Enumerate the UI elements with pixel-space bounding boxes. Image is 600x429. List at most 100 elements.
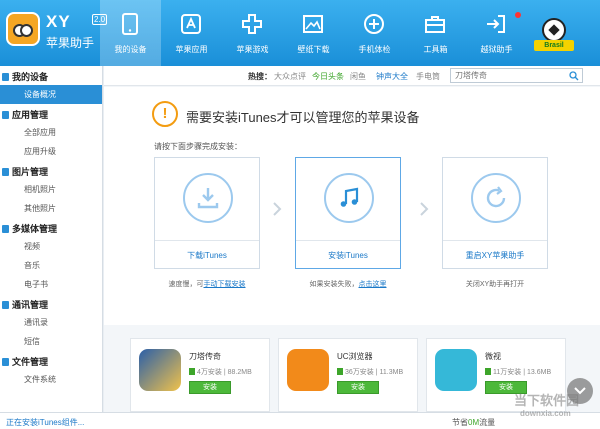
- divider: [296, 240, 400, 241]
- tab-label: 我的设备: [114, 45, 147, 54]
- sidebar-item-videos[interactable]: 视频: [0, 237, 102, 256]
- saved-prefix: 节省: [452, 418, 468, 427]
- tab-jailbreak[interactable]: 越狱助手: [466, 0, 527, 66]
- steps-title: 请按下面步骤完成安装：: [154, 142, 242, 151]
- download-count-icon: [485, 368, 491, 375]
- click-here-link[interactable]: 点击这里: [359, 281, 387, 288]
- sidebar-group-file-management[interactable]: 文件管理: [0, 355, 102, 370]
- refresh-icon: [471, 173, 521, 223]
- install-button[interactable]: 安装: [337, 381, 379, 394]
- watermark-title: 当下软件园: [514, 393, 580, 408]
- plus-circle-icon: [364, 14, 384, 34]
- hot-search-link[interactable]: 今日头条: [312, 71, 344, 82]
- search-box: [450, 68, 583, 83]
- watermark-url: downxia.com: [520, 409, 571, 418]
- itunes-install-panel: ! 需要安装iTunes才可以管理您的苹果设备 请按下面步骤完成安装： 下载iT…: [104, 87, 600, 325]
- soccer-ball-icon: [542, 18, 566, 42]
- sidebar: 我的设备 设备概况 应用管理 全部应用 应用升级 图片管理 相机照片 其他照片 …: [0, 66, 103, 412]
- sidebar-item-ebooks[interactable]: 电子书: [0, 275, 102, 294]
- app-card[interactable]: UC浏览器 36万安装 | 11.3MB 安装: [278, 338, 418, 412]
- note-text: 关闭XY助手再打开: [465, 281, 525, 288]
- music-note-icon: [324, 173, 374, 223]
- manual-download-link[interactable]: 手动下载安装: [204, 281, 246, 288]
- tab-label: 苹果应用: [175, 45, 208, 54]
- search-input[interactable]: [451, 69, 561, 82]
- sidebar-item-music[interactable]: 音乐: [0, 256, 102, 275]
- tab-apple-apps[interactable]: 苹果应用: [161, 0, 222, 66]
- install-button[interactable]: 安装: [189, 381, 231, 394]
- sidebar-group-communication[interactable]: 通讯管理: [0, 298, 102, 313]
- hot-search-link[interactable]: 手电筒: [416, 71, 440, 82]
- sidebar-item-sms[interactable]: 短信: [0, 332, 102, 351]
- app-downloads: 11万安装: [493, 369, 522, 376]
- step-restart-xy[interactable]: 重启XY苹果助手: [442, 157, 548, 269]
- tab-apple-games[interactable]: 苹果游戏: [222, 0, 283, 66]
- sidebar-group-multimedia[interactable]: 多媒体管理: [0, 222, 102, 237]
- notification-dot: [515, 12, 521, 18]
- tab-my-device[interactable]: 我的设备: [100, 0, 161, 66]
- step-label[interactable]: 重启XY苹果助手: [443, 250, 547, 261]
- tab-label: 工具箱: [423, 45, 448, 54]
- step-note: 关闭XY助手再打开: [420, 279, 570, 289]
- step-install-itunes[interactable]: 安装iTunes: [295, 157, 401, 269]
- note-text: 速度慢，可: [168, 281, 204, 288]
- download-count-icon: [189, 368, 195, 375]
- sidebar-item-contacts[interactable]: 通讯录: [0, 313, 102, 332]
- download-icon: [183, 173, 233, 223]
- install-headline: 需要安装iTunes才可以管理您的苹果设备: [186, 110, 420, 125]
- exit-arrow-icon: [487, 15, 505, 33]
- mascot-icon: [6, 12, 40, 46]
- hot-search-label: 热搜：: [248, 72, 272, 81]
- sidebar-item-file-system[interactable]: 文件系统: [0, 370, 102, 389]
- warning-icon: !: [152, 101, 178, 127]
- apps-icon: [181, 14, 201, 34]
- toolbox-icon: [425, 16, 445, 33]
- sidebar-item-camera-photos[interactable]: 相机照片: [0, 180, 102, 199]
- app-icon: [287, 349, 329, 391]
- tab-label: 壁纸下载: [297, 45, 330, 54]
- saved-value: 0M: [468, 418, 480, 427]
- sidebar-group-photo-management[interactable]: 图片管理: [0, 165, 102, 180]
- sidebar-item-app-updates[interactable]: 应用升级: [0, 142, 102, 161]
- tab-label: 手机体检: [358, 45, 391, 54]
- app-size: 13.6MB: [527, 369, 552, 376]
- step-label[interactable]: 下载iTunes: [155, 250, 259, 261]
- sidebar-group-app-management[interactable]: 应用管理: [0, 108, 102, 123]
- tab-phone-checkup[interactable]: 手机体检: [344, 0, 405, 66]
- sidebar-item-other-photos[interactable]: 其他照片: [0, 199, 102, 218]
- app-meta: 11万安装 | 13.6MB: [485, 367, 551, 377]
- sidebar-group-my-device[interactable]: 我的设备: [0, 70, 102, 85]
- tab-label: 越狱助手: [480, 45, 513, 54]
- note-text: 如果安装失败，: [309, 281, 359, 288]
- download-count-icon: [337, 368, 343, 375]
- step-note: 速度慢，可手动下载安装: [132, 279, 282, 289]
- chevron-right-icon: [420, 202, 429, 216]
- app-size: 11.3MB: [379, 369, 404, 376]
- status-message: 正在安装iTunes组件...: [6, 418, 85, 427]
- divider: [155, 240, 259, 241]
- app-subtitle: 苹果助手: [46, 36, 95, 50]
- tab-wallpapers[interactable]: 壁纸下载: [283, 0, 344, 66]
- search-icon[interactable]: [569, 71, 579, 81]
- tab-toolbox[interactable]: 工具箱: [405, 0, 466, 66]
- hot-search-link[interactable]: 大众点评: [274, 71, 306, 82]
- hot-search-link[interactable]: 钟声大全: [376, 71, 408, 82]
- app-name: UC浏览器: [337, 352, 373, 361]
- hot-search-bar: 热搜： 大众点评 今日头条 闲鱼 钟声大全 手电筒: [104, 66, 600, 86]
- sidebar-item-all-apps[interactable]: 全部应用: [0, 123, 102, 142]
- main-nav: 我的设备 苹果应用 苹果游戏 壁纸下载 手机体检 工具箱 越狱助手: [100, 0, 527, 66]
- app-meta: 36万安装 | 11.3MB: [337, 367, 403, 377]
- sidebar-item-device-overview[interactable]: 设备概况: [0, 85, 102, 104]
- chevron-right-icon: [273, 202, 282, 216]
- step-label[interactable]: 安装iTunes: [296, 250, 400, 261]
- app-name: 微视: [485, 352, 501, 361]
- tablet-icon: [122, 13, 138, 35]
- hot-search-link[interactable]: 闲鱼: [350, 71, 366, 82]
- tab-label: 苹果游戏: [236, 45, 269, 54]
- step-download-itunes[interactable]: 下载iTunes: [154, 157, 260, 269]
- gamepad-plus-icon: [242, 14, 262, 34]
- app-name: 刀塔传奇: [189, 352, 221, 361]
- divider: [443, 240, 547, 241]
- app-card[interactable]: 刀塔传奇 4万安装 | 88.2MB 安装: [130, 338, 270, 412]
- worldcup-badge[interactable]: Brasil: [534, 18, 574, 52]
